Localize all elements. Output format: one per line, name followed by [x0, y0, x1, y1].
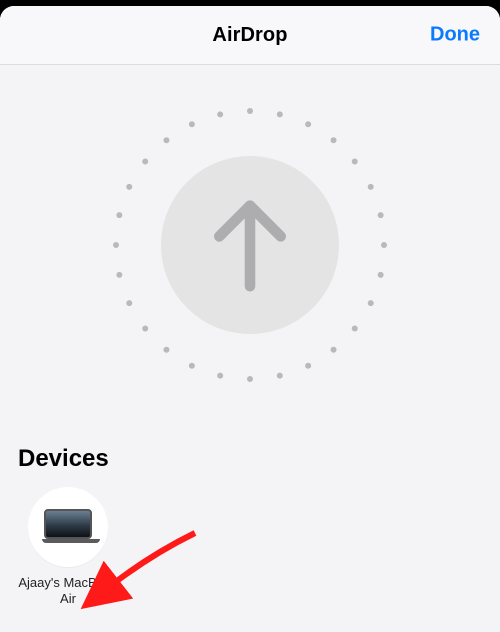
device-ajaay-macbook-air[interactable]: Ajaay's MacBook Air [18, 487, 118, 608]
radar-dot [116, 272, 122, 278]
arrow-circle [161, 156, 339, 334]
radar-dot [378, 212, 384, 218]
radar-dot [163, 137, 169, 143]
radar-dot [368, 184, 374, 190]
radar-dot [217, 111, 223, 117]
radar-dot [368, 300, 374, 306]
radar-dot [331, 137, 337, 143]
radar-dot [189, 121, 195, 127]
page-title: AirDrop [212, 24, 287, 47]
nav-bar: AirDrop Done [0, 6, 500, 65]
content-area: Devices Ajaay's MacBook Air [0, 105, 500, 608]
radar-dot [116, 212, 122, 218]
radar-dot [126, 300, 132, 306]
radar-dot [189, 363, 195, 369]
radar-dot [352, 158, 358, 164]
device-avatar [28, 487, 108, 567]
radar-dot [142, 326, 148, 332]
radar-dot [352, 326, 358, 332]
arrow-up-icon [202, 190, 298, 300]
radar-dot [126, 184, 132, 190]
device-list: Ajaay's MacBook Air [18, 487, 482, 608]
done-button[interactable]: Done [430, 24, 480, 47]
radar-dot [277, 373, 283, 379]
device-label: Ajaay's MacBook Air [18, 575, 118, 608]
radar-dot [277, 111, 283, 117]
radar-dot [305, 363, 311, 369]
airdrop-radar [110, 105, 390, 385]
airdrop-sheet: AirDrop Done Devices Ajaa [0, 6, 500, 632]
macbook-icon [42, 509, 94, 545]
radar-dot [378, 272, 384, 278]
radar-dot [247, 376, 253, 382]
radar-dot [381, 242, 387, 248]
radar-dot [113, 242, 119, 248]
radar-dot [331, 347, 337, 353]
radar-dot [163, 347, 169, 353]
devices-header: Devices [18, 445, 482, 473]
radar-dot [247, 108, 253, 114]
radar-dot [217, 373, 223, 379]
radar-dot [142, 158, 148, 164]
radar-dot [305, 121, 311, 127]
